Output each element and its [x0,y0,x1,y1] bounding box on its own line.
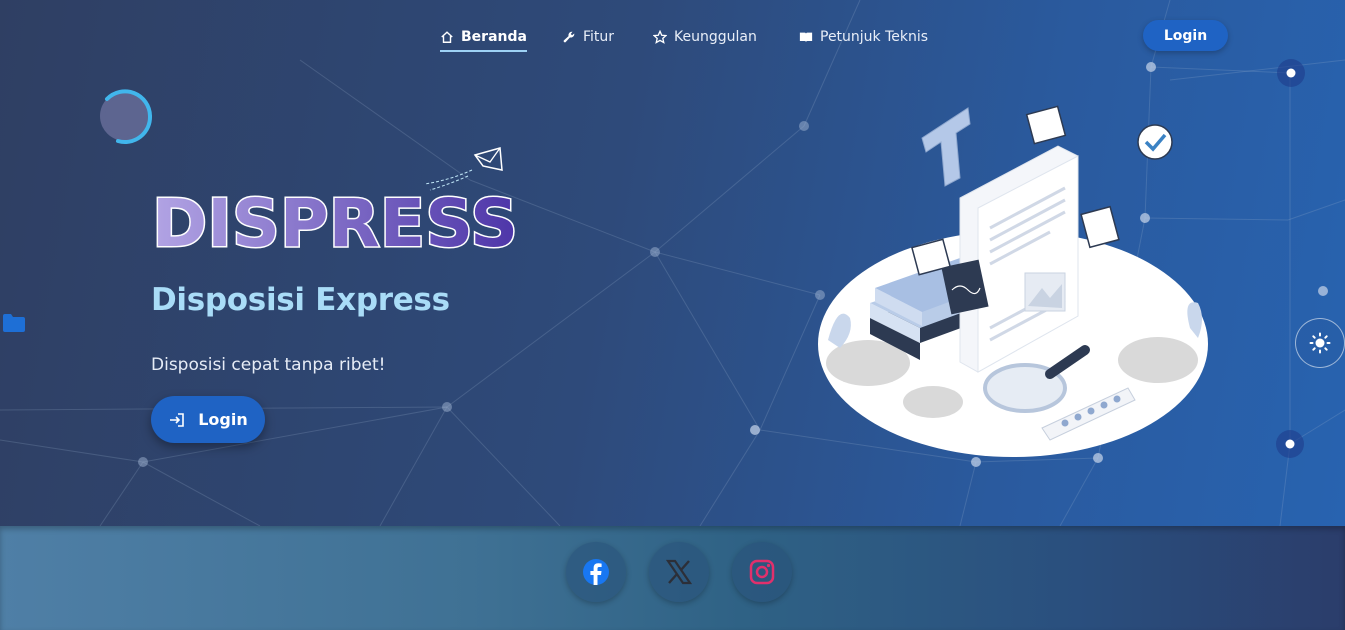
x-icon [665,559,693,585]
nav-item-label: Beranda [461,29,527,45]
wrench-icon [563,31,575,43]
nav-item-petunjuk-teknis[interactable]: Petunjuk Teknis [799,24,928,50]
nav-item-label: Petunjuk Teknis [820,29,929,45]
paper-plane-icon [424,147,503,191]
sun-icon [1309,332,1331,354]
nav-item-label: Keunggulan [674,29,757,45]
hero-login-button[interactable]: Login [151,396,265,443]
nav-login-button[interactable]: Login [1143,20,1228,51]
hero-section: Beranda Fitur Keunggulan Petunjuk Teknis… [0,0,1345,526]
login-icon [170,412,185,427]
star-icon [653,30,667,44]
brand-name: DISPRESS [152,185,518,258]
theme-toggle-button[interactable] [1295,318,1345,368]
instagram-link[interactable] [732,542,792,602]
nav-item-fitur[interactable]: Fitur [562,24,614,50]
nav-item-keunggulan[interactable]: Keunggulan [653,24,757,50]
facebook-icon [583,559,609,585]
loading-spinner [100,89,153,144]
check-icon [1137,124,1173,160]
folder-icon[interactable] [2,313,26,333]
nav-item-beranda[interactable]: Beranda [440,24,527,52]
hero-tagline: Disposisi cepat tanpa ribet! [151,355,386,375]
document-illustration [818,105,1208,457]
facebook-link[interactable] [566,542,626,602]
x-link[interactable] [649,542,709,602]
instagram-icon [749,559,775,585]
hero-login-label: Login [198,410,248,429]
hero-subtitle: Disposisi Express [151,282,450,318]
nav-item-label: Fitur [583,29,615,45]
letter-t-icon [921,107,971,187]
book-icon [799,32,813,43]
footer [0,526,1345,630]
home-icon [441,31,453,43]
dispress-logo: DISPRESS [151,147,520,258]
